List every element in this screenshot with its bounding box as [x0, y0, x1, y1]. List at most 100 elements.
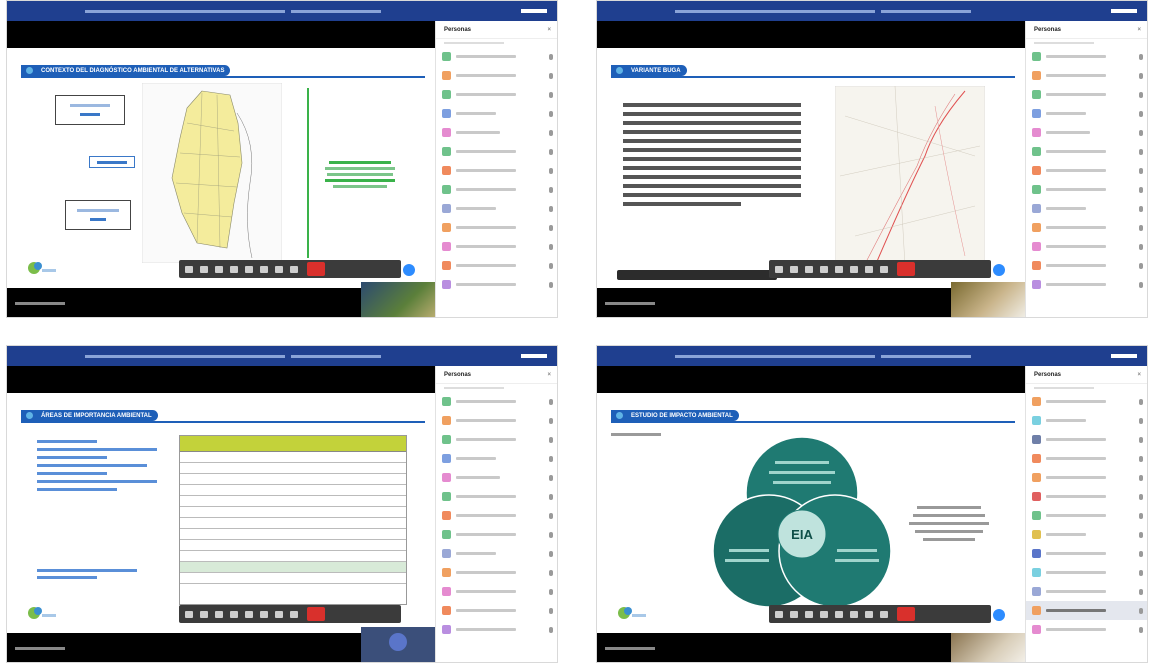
pen-icon[interactable] — [215, 610, 223, 618]
participant-item[interactable] — [436, 199, 557, 218]
share-icon[interactable] — [820, 610, 828, 618]
participant-item[interactable] — [1026, 237, 1147, 256]
participant-item[interactable] — [1026, 449, 1147, 468]
undo-icon[interactable] — [260, 265, 268, 273]
participant-item[interactable] — [436, 449, 557, 468]
participant-item[interactable] — [1026, 487, 1147, 506]
assist-button[interactable] — [993, 609, 1005, 621]
end-call-button[interactable] — [897, 607, 915, 621]
mic-icon[interactable] — [775, 265, 783, 273]
assist-button[interactable] — [993, 264, 1005, 276]
settings-icon[interactable] — [865, 610, 873, 618]
participant-item[interactable] — [436, 430, 557, 449]
participant-item[interactable] — [1026, 123, 1147, 142]
participant-item[interactable] — [1026, 161, 1147, 180]
participant-item[interactable] — [1026, 47, 1147, 66]
participant-item[interactable] — [1026, 392, 1147, 411]
mic-icon[interactable] — [185, 610, 193, 618]
participant-item[interactable] — [436, 85, 557, 104]
participant-item[interactable] — [436, 161, 557, 180]
participant-item[interactable] — [436, 275, 557, 294]
participant-item[interactable] — [1026, 620, 1147, 639]
close-icon[interactable]: × — [547, 372, 551, 378]
camera-icon[interactable] — [790, 265, 798, 273]
participant-item[interactable] — [436, 506, 557, 525]
camera-icon[interactable] — [200, 610, 208, 618]
participant-item[interactable] — [436, 620, 557, 639]
more-icon[interactable] — [835, 610, 843, 618]
participant-item[interactable] — [436, 142, 557, 161]
participant-item[interactable] — [1026, 544, 1147, 563]
participant-item[interactable] — [1026, 430, 1147, 449]
participant-item[interactable] — [1026, 85, 1147, 104]
share-icon[interactable] — [230, 265, 238, 273]
more-icon[interactable] — [835, 265, 843, 273]
participant-item[interactable] — [436, 218, 557, 237]
participant-item[interactable] — [1026, 468, 1147, 487]
close-icon[interactable]: × — [1137, 27, 1141, 33]
mic-icon[interactable] — [775, 610, 783, 618]
participant-item[interactable] — [1026, 506, 1147, 525]
participant-item[interactable] — [1026, 142, 1147, 161]
join-button[interactable] — [1111, 9, 1137, 13]
participant-item[interactable] — [436, 582, 557, 601]
meeting-toolbar[interactable] — [769, 260, 991, 278]
pen-icon[interactable] — [805, 265, 813, 273]
undo-icon[interactable] — [850, 610, 858, 618]
mini-toolbar[interactable] — [617, 270, 777, 280]
end-call-button[interactable] — [307, 607, 325, 621]
join-button[interactable] — [521, 9, 547, 13]
participant-item[interactable] — [436, 180, 557, 199]
pointer-icon[interactable] — [880, 610, 888, 618]
settings-icon[interactable] — [275, 265, 283, 273]
assist-button[interactable] — [403, 264, 415, 276]
meeting-toolbar[interactable] — [179, 260, 401, 278]
participant-item[interactable] — [1026, 199, 1147, 218]
share-icon[interactable] — [820, 265, 828, 273]
join-button[interactable] — [1111, 354, 1137, 358]
pointer-icon[interactable] — [290, 610, 298, 618]
meeting-toolbar[interactable] — [179, 605, 401, 623]
close-icon[interactable]: × — [1137, 372, 1141, 378]
participant-item[interactable] — [1026, 104, 1147, 123]
participant-item[interactable] — [436, 237, 557, 256]
join-button[interactable] — [521, 354, 547, 358]
participant-item[interactable] — [436, 601, 557, 620]
camera-icon[interactable] — [790, 610, 798, 618]
pointer-icon[interactable] — [290, 265, 298, 273]
undo-icon[interactable] — [260, 610, 268, 618]
end-call-button[interactable] — [307, 262, 325, 276]
pen-icon[interactable] — [215, 265, 223, 273]
participant-item[interactable] — [1026, 411, 1147, 430]
participant-item[interactable] — [1026, 525, 1147, 544]
participant-item[interactable] — [436, 123, 557, 142]
more-icon[interactable] — [245, 265, 253, 273]
participant-item[interactable] — [436, 487, 557, 506]
close-icon[interactable]: × — [547, 27, 551, 33]
participant-item[interactable] — [436, 468, 557, 487]
end-call-button[interactable] — [897, 262, 915, 276]
participant-item[interactable] — [1026, 582, 1147, 601]
participant-item[interactable] — [436, 392, 557, 411]
participant-item[interactable] — [1026, 66, 1147, 85]
participant-item[interactable] — [1026, 180, 1147, 199]
participant-item[interactable] — [436, 411, 557, 430]
participant-item-selected[interactable] — [1026, 601, 1147, 620]
participant-item[interactable] — [436, 66, 557, 85]
more-icon[interactable] — [245, 610, 253, 618]
pointer-icon[interactable] — [880, 265, 888, 273]
participant-item[interactable] — [1026, 275, 1147, 294]
meeting-toolbar[interactable] — [769, 605, 991, 623]
undo-icon[interactable] — [850, 265, 858, 273]
mic-icon[interactable] — [185, 265, 193, 273]
participant-item[interactable] — [436, 563, 557, 582]
settings-icon[interactable] — [865, 265, 873, 273]
camera-icon[interactable] — [200, 265, 208, 273]
participant-item[interactable] — [1026, 563, 1147, 582]
share-icon[interactable] — [230, 610, 238, 618]
pen-icon[interactable] — [805, 610, 813, 618]
participant-item[interactable] — [436, 544, 557, 563]
settings-icon[interactable] — [275, 610, 283, 618]
participant-item[interactable] — [436, 256, 557, 275]
participant-item[interactable] — [436, 525, 557, 544]
